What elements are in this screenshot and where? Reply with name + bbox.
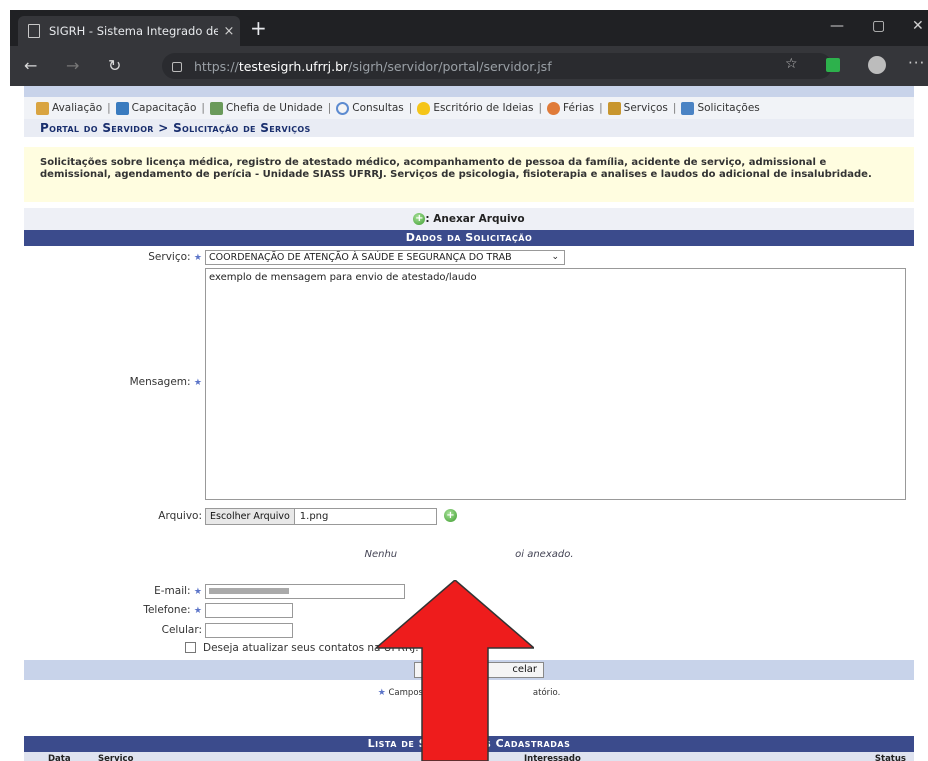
mensagem-textarea[interactable]: exemplo de mensagem para envio de atesta…	[205, 268, 906, 500]
breadcrumb: Portal do Servidor > Solicitação de Serv…	[24, 119, 914, 137]
email-label: E-mail: ★	[154, 585, 202, 597]
menu-separator: |	[599, 102, 603, 114]
attach-file-bar[interactable]: + : Anexar Arquivo	[24, 208, 914, 230]
add-file-icon[interactable]: +	[444, 509, 457, 522]
file-name: 1.png	[299, 511, 329, 522]
window-close-icon[interactable]: ✕	[912, 18, 924, 34]
menu-separator: |	[672, 102, 677, 114]
minimize-icon[interactable]: —	[830, 18, 844, 34]
maximize-icon[interactable]: ▢	[872, 18, 885, 34]
url-host: testesigrh.ufrrj.br	[238, 58, 349, 74]
telefone-field[interactable]	[205, 603, 293, 618]
menu-separator: |	[408, 102, 413, 114]
menu-item-avaliacao[interactable]: Avaliação	[36, 101, 102, 115]
avaliacao-icon	[36, 101, 49, 115]
menu-item-ideias[interactable]: Escritório de Ideias	[417, 101, 533, 115]
servico-value: COORDENAÇÃO DE ATENÇÃO À SAÚDE E SEGURAN…	[209, 252, 512, 263]
browser-titlebar: SIGRH - Sistema Integrado de G × + — ▢ ✕	[10, 10, 928, 46]
add-icon: +	[413, 213, 426, 225]
choose-file-button[interactable]: Escolher Arquivo	[206, 509, 295, 524]
mensagem-label: Mensagem: ★	[129, 376, 202, 388]
url-path: /sigrh/servidor/portal/servidor.jsf	[348, 58, 552, 74]
profile-avatar-icon[interactable]	[868, 56, 886, 74]
menu-item-servicos[interactable]: Serviços	[607, 101, 668, 115]
menu-item-chefia[interactable]: Chefia de Unidade	[209, 101, 323, 115]
ferias-icon	[547, 101, 561, 115]
capacitacao-icon	[115, 101, 129, 115]
attach-file-label: : Anexar Arquivo	[425, 213, 525, 225]
servico-label: Serviço: ★	[148, 251, 202, 263]
arrow-shape	[376, 580, 534, 761]
menu-item-consultas[interactable]: Consultas	[336, 101, 404, 115]
menu-separator: |	[201, 102, 205, 114]
annotation-arrow	[376, 580, 534, 761]
menu-separator: |	[107, 102, 111, 114]
tab-close-icon[interactable]: ×	[218, 24, 240, 39]
page-icon	[28, 24, 40, 38]
browser-toolbar: ← → ↻ https://testesigrh.ufrrj.br/sigrh/…	[10, 46, 928, 86]
extension-icon[interactable]	[826, 58, 840, 72]
solicitacoes-icon	[681, 101, 695, 115]
address-bar[interactable]: https://testesigrh.ufrrj.br/sigrh/servid…	[162, 53, 832, 79]
browser-menu-icon[interactable]: ···	[908, 54, 925, 72]
menu-separator: |	[327, 102, 332, 114]
email-field[interactable]	[205, 584, 405, 599]
required-icon: ★	[193, 606, 202, 616]
telefone-label: Telefone: ★	[143, 604, 202, 616]
required-icon: ★	[193, 378, 202, 388]
back-icon[interactable]: ←	[24, 56, 37, 75]
chefia-icon	[209, 101, 223, 115]
reload-icon[interactable]: ↻	[108, 56, 121, 75]
url-prefix: https://	[194, 58, 239, 74]
new-tab-icon[interactable]: +	[250, 18, 267, 38]
required-icon: ★	[193, 587, 202, 597]
lightbulb-icon	[417, 101, 431, 115]
forward-icon[interactable]: →	[66, 56, 79, 75]
col-status: Status	[874, 754, 906, 761]
menu-separator: |	[538, 102, 543, 114]
no-file-message: Nenhu oi anexado.	[364, 549, 574, 560]
browser-tab[interactable]: SIGRH - Sistema Integrado de G ×	[18, 16, 240, 46]
info-box: Solicitações sobre licença médica, regis…	[24, 147, 914, 202]
tab-title: SIGRH - Sistema Integrado de G	[49, 24, 218, 38]
menu-item-capacitacao[interactable]: Capacitação	[115, 101, 196, 115]
lock-icon	[172, 62, 182, 72]
arquivo-label: Arquivo:	[158, 510, 202, 522]
celular-label: Celular:	[161, 624, 202, 636]
col-data: Data	[48, 754, 71, 761]
magnifier-icon	[336, 101, 350, 115]
menu-item-ferias[interactable]: Férias	[547, 101, 594, 115]
col-interessado: Interessado	[524, 754, 581, 761]
section-title: Dados da Solicitação	[24, 230, 914, 246]
servico-select[interactable]: COORDENAÇÃO DE ATENÇÃO À SAÚDE E SEGURAN…	[205, 250, 565, 265]
redacted-email	[209, 588, 289, 594]
chevron-down-icon: ⌄	[551, 252, 559, 262]
top-strip	[24, 86, 914, 97]
servicos-icon	[607, 101, 621, 115]
favorite-icon[interactable]: ☆	[785, 56, 798, 72]
celular-field[interactable]	[205, 623, 293, 638]
menu-item-solicitacoes[interactable]: Solicitações	[681, 101, 760, 115]
main-menu: Avaliação | Capacitação | Chefia de Unid…	[24, 97, 914, 119]
atualizar-checkbox[interactable]	[185, 642, 196, 653]
file-input[interactable]: Escolher Arquivo 1.png	[205, 508, 437, 525]
required-icon: ★	[193, 253, 202, 263]
